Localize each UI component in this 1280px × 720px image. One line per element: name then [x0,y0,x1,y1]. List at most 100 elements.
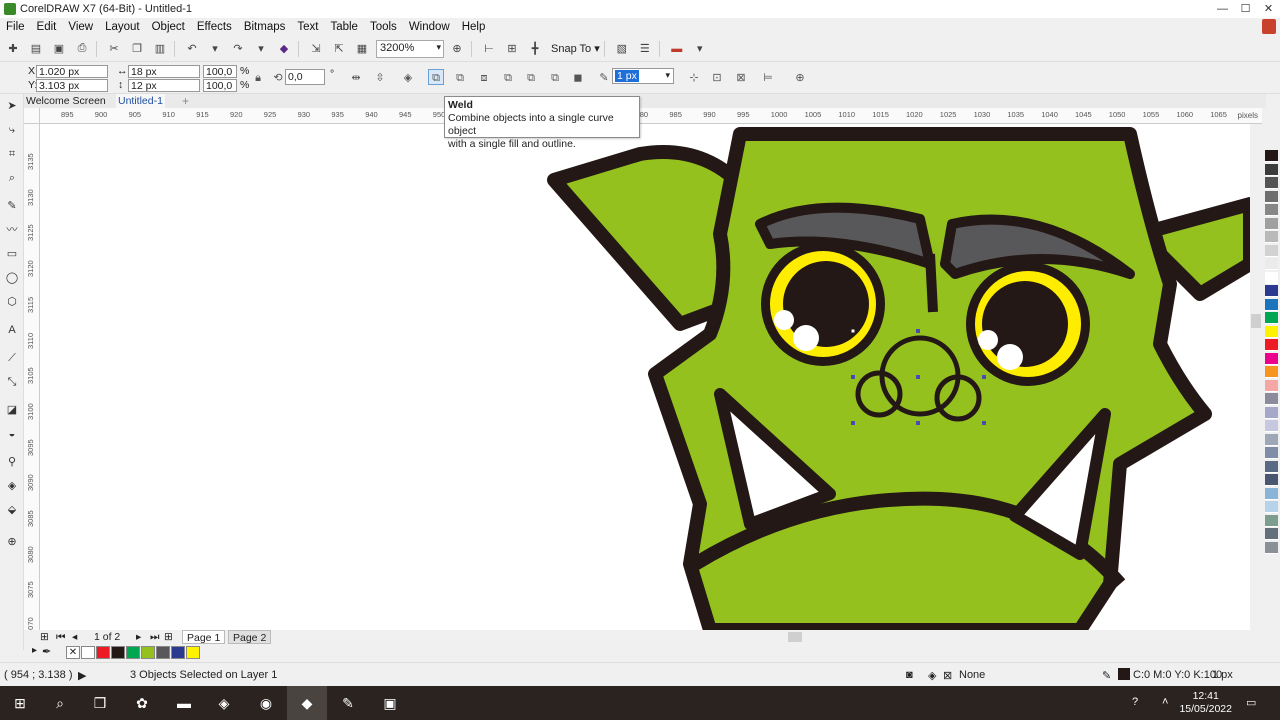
palette-swatch[interactable] [1265,244,1278,257]
weld-icon[interactable]: ⧉ [428,69,444,85]
palette-swatch[interactable] [1265,312,1278,324]
text-tool-icon[interactable]: A [4,322,20,338]
palette-swatch[interactable] [1265,352,1278,365]
artistic-media-tool-icon[interactable]: 〰 [4,222,20,238]
horizontal-scroll-thumb[interactable] [788,632,802,642]
menu-view[interactable]: View [62,21,99,33]
document-palette-swatch[interactable] [81,646,95,659]
front-minus-back-icon[interactable]: ⧉ [523,70,539,86]
parallel-dimension-tool-icon[interactable]: ⟋ [4,350,20,366]
palette-swatch[interactable] [1265,258,1278,270]
add-page-before-icon[interactable]: ⊞ [40,630,49,644]
shape-tool-icon[interactable]: ⤷ [4,122,20,138]
application-launcher-icon[interactable]: ☰ [635,39,655,59]
export-icon[interactable]: ⇱ [329,39,349,59]
tab-welcome-screen[interactable]: Welcome Screen [24,94,108,108]
paste-icon[interactable]: ▥ [150,39,170,59]
back-minus-front-icon[interactable]: ⧉ [547,70,563,86]
vertical-scrollbar[interactable] [1250,124,1262,630]
document-palette-swatch[interactable] [111,646,125,659]
width-input[interactable]: 18 px [128,65,200,78]
previous-page-icon[interactable]: ◂ [72,630,77,644]
menu-layout[interactable]: Layout [99,21,146,33]
horizontal-scrollbar[interactable] [654,630,1250,644]
rotation-input[interactable]: 0,0 [285,69,325,85]
mirror-horizontal-icon[interactable]: ⇹ [348,70,364,86]
file-explorer-icon[interactable]: ▬ [164,686,204,720]
palette-swatch[interactable] [1265,474,1278,486]
trim-icon[interactable]: ⧉ [452,70,468,86]
palette-swatch[interactable] [1265,204,1278,216]
rectangle-tool-icon[interactable]: ▭ [4,246,20,262]
menu-object[interactable]: Object [146,21,191,33]
zoom-tool-icon[interactable]: ⌕ [4,170,20,186]
interactive-fill-tool-icon[interactable]: ◈ [4,478,20,494]
taskbar-clock[interactable]: 12:41 15/05/2022 [1179,690,1232,716]
ellipse-tool-icon[interactable]: ◯ [4,270,20,286]
search-content-icon[interactable]: ◆ [274,39,294,59]
play-icon[interactable]: ▶ [78,669,86,682]
add-icon[interactable]: ⊕ [792,70,808,86]
cut-icon[interactable]: ✂ [104,39,124,59]
import-icon[interactable]: ⇲ [306,39,326,59]
task-view-icon[interactable]: ❒ [80,686,120,720]
simplify-icon[interactable]: ⧉ [500,70,516,86]
palette-swatch[interactable] [1265,501,1278,513]
palette-swatch[interactable] [1265,514,1278,527]
outline-width-select[interactable]: 1 px ▾ [612,68,674,84]
mirror-vertical-icon[interactable]: ⇳ [372,70,388,86]
menu-window[interactable]: Window [403,21,456,33]
color-management-icon[interactable]: ▬ [667,39,687,59]
close-button[interactable]: ✕ [1257,0,1280,18]
palette-swatch[interactable] [1265,177,1278,189]
add-page-after-icon[interactable]: ⊞ [164,630,173,644]
document-palette-swatch[interactable] [126,646,140,659]
smart-fill-tool-icon[interactable]: ⬙ [4,502,20,518]
y-position-input[interactable]: 3.103 px [36,79,108,92]
redo-dropdown-icon[interactable]: ▾ [251,39,271,59]
undo-dropdown-icon[interactable]: ▾ [205,39,225,59]
horizontal-ruler[interactable]: pixels 895 900 905 910 915 920 925 930 935 940 945… [40,108,1262,124]
chevron-up-icon[interactable]: ˄ [1162,696,1168,708]
palette-swatch[interactable] [1265,366,1278,378]
palette-swatch[interactable] [1265,528,1278,540]
scale-width-input[interactable]: 100,0 [203,65,237,78]
menu-table[interactable]: Table [324,21,364,33]
break-apart-icon[interactable]: ⊠ [733,70,749,86]
coreldraw-active-icon[interactable]: ◆ [287,686,327,720]
menu-bitmaps[interactable]: Bitmaps [238,21,292,33]
maximize-button[interactable]: ☐ [1234,0,1257,18]
palette-swatch[interactable] [1265,271,1278,284]
create-boundary-icon[interactable]: ◼ [570,70,586,86]
copy-icon[interactable]: ❐ [127,39,147,59]
palette-swatch[interactable] [1265,447,1278,459]
last-page-icon[interactable]: ⏭ [150,630,159,644]
chrome-icon[interactable]: ◉ [246,686,286,720]
menu-text[interactable]: Text [291,21,324,33]
undo-icon[interactable]: ↶ [182,39,202,59]
first-page-icon[interactable]: ⏮ [56,630,65,644]
palette-swatch[interactable] [1265,541,1278,554]
document-palette-swatch[interactable] [96,646,110,659]
lock-ratio-icon[interactable]: 🔒︎ [250,70,266,86]
brave-browser-icon[interactable]: ◈ [204,686,244,720]
palette-swatch[interactable] [1265,231,1278,243]
palette-swatch[interactable] [1265,150,1278,162]
palette-swatch[interactable] [1265,420,1278,432]
palette-swatch[interactable] [1265,433,1278,446]
color-eyedropper-tool-icon[interactable]: ⚲ [4,454,20,470]
palette-swatch[interactable] [1265,406,1278,419]
paint-icon[interactable]: ✎ [328,686,368,720]
menu-effects[interactable]: Effects [191,21,238,33]
coreldraw-taskbar-icon[interactable]: ✿ [122,686,162,720]
intersect-icon[interactable]: ⧈ [476,70,492,86]
save-icon[interactable]: ▣ [49,39,69,59]
page-tab-2[interactable]: Page 2 [228,630,272,644]
open-folder-icon[interactable]: ▤ [26,39,46,59]
minimize-button[interactable]: — [1211,0,1234,18]
user-account-icon[interactable] [1262,19,1276,34]
chevron-down-icon[interactable]: ▾ [690,39,710,59]
palette-menu-icon[interactable]: ▸ [32,645,37,656]
search-icon[interactable]: ⌕ [40,686,80,720]
scale-height-input[interactable]: 100,0 [203,79,237,92]
